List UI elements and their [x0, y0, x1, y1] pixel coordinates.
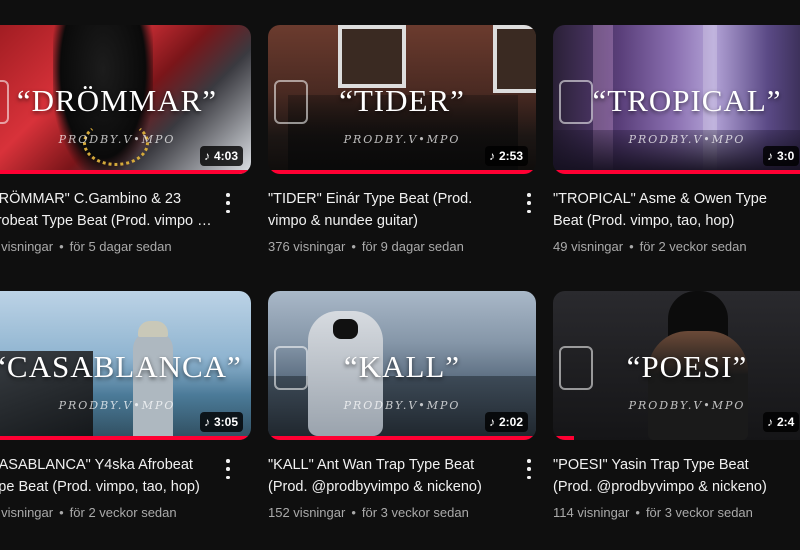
- video-meta: 88 visningar • för 5 dagar sedan: [0, 239, 172, 254]
- view-count: 376 visningar: [268, 239, 346, 254]
- thumbnail-title: “KALL”: [343, 349, 461, 384]
- duration-badge: ♪ 3:0: [763, 146, 800, 166]
- music-note-icon: ♪: [488, 415, 495, 429]
- video-title[interactable]: "DRÖMMAR" C.Gambino & 23 Afrobeat Type B…: [0, 188, 219, 232]
- duration-badge: ♪ 2:02: [484, 412, 528, 432]
- thumbnail-title: “POESI”: [626, 349, 748, 384]
- video-thumbnail[interactable]: “KALL” PRODBY.V•MPO ♪ 2:02: [268, 291, 536, 440]
- watch-progress-bar: [268, 436, 536, 440]
- thumbnail-title: “TROPICAL”: [592, 83, 782, 118]
- duration-text: 4:03: [213, 149, 238, 163]
- duration-text: 2:4: [777, 415, 795, 429]
- video-thumbnail[interactable]: “TIDER” PRODBY.V•MPO ♪ 2:53: [268, 25, 536, 174]
- duration-text: 2:53: [498, 149, 523, 163]
- music-note-icon: ♪: [203, 415, 210, 429]
- more-vertical-icon[interactable]: [221, 193, 235, 213]
- more-vertical-icon[interactable]: [522, 193, 536, 213]
- duration-text: 2:02: [498, 415, 523, 429]
- video-title[interactable]: "TIDER" Einár Type Beat (Prod. vimpo & n…: [268, 188, 504, 232]
- thumbnail-watermark: PRODBY.V•MPO: [628, 399, 746, 412]
- thumbnail-watermark: PRODBY.V•MPO: [343, 133, 461, 146]
- watch-progress-bar: [0, 170, 251, 174]
- upload-age: för 9 dagar sedan: [361, 239, 464, 254]
- video-title[interactable]: "KALL" Ant Wan Trap Type Beat (Prod. @pr…: [268, 454, 504, 498]
- music-note-icon: ♪: [488, 149, 495, 163]
- duration-badge: ♪ 4:03: [199, 146, 243, 166]
- duration-text: 3:05: [213, 415, 238, 429]
- thumbnail-watermark: PRODBY.V•MPO: [58, 133, 176, 146]
- meta-separator: •: [635, 505, 640, 520]
- thumbnail-watermark: PRODBY.V•MPO: [58, 399, 176, 412]
- video-thumbnail[interactable]: “TROPICAL” PRODBY.V•MPO ♪ 3:0: [553, 25, 800, 174]
- meta-separator: •: [59, 239, 64, 254]
- duration-badge: ♪ 2:4: [763, 412, 800, 432]
- thumbnail-title: “TIDER”: [339, 83, 465, 118]
- upload-age: för 3 veckor sedan: [645, 505, 753, 520]
- video-thumbnail[interactable]: “DRÖMMAR” PRODBY.V•MPO ♪ 4:03: [0, 25, 251, 174]
- upload-age: för 2 veckor sedan: [69, 505, 177, 520]
- view-count: 88 visningar: [0, 239, 54, 254]
- duration-badge: ♪ 2:53: [484, 146, 528, 166]
- video-meta: 114 visningar • för 3 veckor sedan: [553, 505, 753, 520]
- upload-age: för 2 veckor sedan: [639, 239, 747, 254]
- meta-separator: •: [59, 505, 64, 520]
- music-note-icon: ♪: [767, 149, 773, 163]
- thumbnail-title: “CASABLANCA”: [0, 349, 242, 384]
- thumbnail-watermark: PRODBY.V•MPO: [628, 133, 746, 146]
- meta-separator: •: [629, 239, 634, 254]
- video-meta: 152 visningar • för 3 veckor sedan: [268, 505, 469, 520]
- video-title[interactable]: "CASABLANCA" Y4ska Afrobeat Type Beat (P…: [0, 454, 219, 498]
- video-thumbnail[interactable]: “CASABLANCA” PRODBY.V•MPO ♪ 3:05: [0, 291, 251, 440]
- upload-age: för 3 veckor sedan: [361, 505, 469, 520]
- watch-progress-bar: [268, 170, 536, 174]
- view-count: 152 visningar: [268, 505, 346, 520]
- watch-progress-bar: [553, 436, 575, 440]
- video-meta: 49 visningar • för 2 veckor sedan: [553, 239, 747, 254]
- meta-separator: •: [351, 505, 356, 520]
- duration-text: 3:0: [777, 149, 795, 163]
- view-count: 50 visningar: [0, 505, 54, 520]
- thumbnail-watermark: PRODBY.V•MPO: [343, 399, 461, 412]
- video-thumbnail[interactable]: “POESI” PRODBY.V•MPO ♪ 2:4: [553, 291, 800, 440]
- more-vertical-icon[interactable]: [221, 459, 235, 479]
- watch-progress-bar: [553, 170, 800, 174]
- video-title[interactable]: "TROPICAL" Asme & Owen Type Beat (Prod. …: [553, 188, 789, 232]
- view-count: 49 visningar: [553, 239, 624, 254]
- meta-separator: •: [351, 239, 356, 254]
- duration-badge: ♪ 3:05: [199, 412, 243, 432]
- music-note-icon: ♪: [767, 415, 773, 429]
- thumbnail-title: “DRÖMMAR”: [16, 83, 218, 118]
- upload-age: för 5 dagar sedan: [69, 239, 172, 254]
- view-count: 114 visningar: [553, 505, 630, 520]
- video-meta: 50 visningar • för 2 veckor sedan: [0, 505, 177, 520]
- video-meta: 376 visningar • för 9 dagar sedan: [268, 239, 464, 254]
- watch-progress-bar: [0, 436, 251, 440]
- video-title[interactable]: "POESI" Yasin Trap Type Beat (Prod. @pro…: [553, 454, 789, 498]
- more-vertical-icon[interactable]: [522, 459, 536, 479]
- music-note-icon: ♪: [203, 149, 210, 163]
